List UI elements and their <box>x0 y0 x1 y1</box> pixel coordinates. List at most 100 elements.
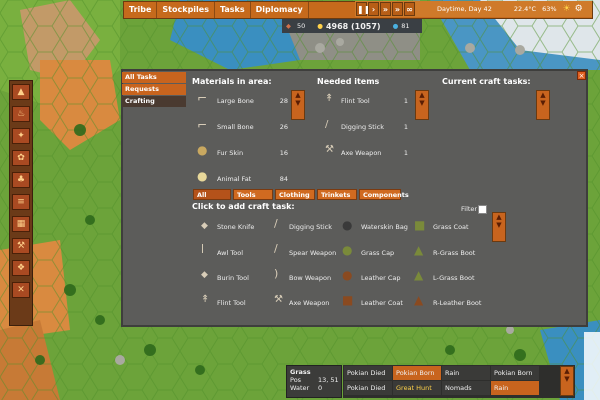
grass-coat-icon: ■ <box>414 218 426 232</box>
settings-icon[interactable]: ⚙ <box>575 4 583 14</box>
faster-icon[interactable]: » <box>392 2 403 16</box>
awl-tool-icon: ǀ <box>201 243 204 254</box>
digging-stick-icon: / <box>274 217 278 230</box>
fence-icon[interactable]: ▦ <box>12 216 30 232</box>
food-icon: ◆ <box>286 22 291 30</box>
digging-stick-icon: / <box>325 119 329 130</box>
add-tasks-scroll[interactable]: ▲ ▼ <box>492 212 506 242</box>
craft-option-l-grass-boot[interactable]: L-Grass Boot <box>433 274 475 282</box>
tile-info-panel: Grass Pos 13, 51 Water 0 <box>286 365 342 398</box>
grass-boot-icon: ▲ <box>414 268 424 282</box>
category-all-tasks[interactable]: All Tasks <box>122 72 186 83</box>
event-entry[interactable]: Pokian Died <box>344 366 392 380</box>
event-entry[interactable]: Great Hunt <box>393 381 441 395</box>
tab-clothing[interactable]: Clothing <box>275 189 315 200</box>
add-tasks-title: Click to add craft task: <box>192 202 295 211</box>
footprint-icon[interactable]: ❖ <box>12 260 30 276</box>
pos-value: 13, 51 <box>318 376 339 384</box>
tasks-button[interactable]: Tasks <box>215 2 251 18</box>
wealth-value: 4968 (1057) <box>325 21 381 31</box>
fast-forward-icon[interactable]: ∞ <box>404 2 415 16</box>
leather-coat-icon: ■ <box>342 293 354 307</box>
fire-icon[interactable]: ♨ <box>12 106 30 122</box>
resource-bar: ◆ 50 ● 4968 (1057) ● 81 <box>282 19 422 33</box>
leather-cap-icon: ● <box>342 268 353 282</box>
craft-option-waterskin-bag[interactable]: Waterskin Bag <box>361 223 408 231</box>
needed-scroll[interactable]: ▲ ▼ <box>415 90 429 120</box>
cancel-icon[interactable]: ✕ <box>12 282 30 298</box>
tab-components[interactable]: Components <box>359 189 409 200</box>
category-requests[interactable]: Requests <box>122 84 186 95</box>
axe-weapon-icon: ⚒ <box>325 144 334 155</box>
filter-label: Filter <box>461 205 478 213</box>
craft-option-awl-tool[interactable]: Awl Tool <box>217 249 243 257</box>
left-toolbar: ▲ ♨ ✦ ✿ ♣ ≡ ▦ ⚒ ❖ ✕ <box>9 80 33 326</box>
flint-tool-icon: ↟ <box>325 93 334 104</box>
craft-option-digging-stick[interactable]: Digging Stick <box>289 223 332 231</box>
material-count: 26 <box>279 123 288 131</box>
event-entry[interactable]: Nomads <box>442 381 490 395</box>
craft-option-grass-cap[interactable]: Grass Cap <box>361 249 394 257</box>
craft-option-leather-coat[interactable]: Leather Coat <box>361 299 403 307</box>
water-icon: ● <box>392 22 399 30</box>
needed-count: 1 <box>403 97 408 105</box>
material-name: Fur Skin <box>217 149 244 157</box>
craft-option-stone-knife[interactable]: Stone Knife <box>217 223 254 231</box>
needed-count: 1 <box>403 149 408 157</box>
event-entry[interactable]: Pokian Born <box>491 366 539 380</box>
leather-boot-icon: ▲ <box>414 293 424 307</box>
current-title: Current craft tasks: <box>442 77 531 86</box>
grass-boot-icon: ▲ <box>414 243 424 257</box>
craft-option-spear-weapon[interactable]: Spear Weapon <box>289 249 336 257</box>
gather-icon[interactable]: ✿ <box>12 150 30 166</box>
craft-option-burin-tool[interactable]: Burin Tool <box>217 274 249 282</box>
event-entry[interactable]: Pokian Died <box>344 381 392 395</box>
filter-checkbox[interactable] <box>478 205 487 214</box>
water-value: 0 <box>318 384 323 392</box>
craft-option-grass-coat[interactable]: Grass Coat <box>433 223 469 231</box>
material-name: Animal Fat <box>217 175 252 183</box>
category-crafting[interactable]: Crafting <box>122 96 186 107</box>
tab-trinkets[interactable]: Trinkets <box>317 189 357 200</box>
date-label: Daytime, Day 42 <box>437 5 492 13</box>
pause-icon[interactable]: ❚❚ <box>356 2 370 16</box>
current-scroll[interactable]: ▲ ▼ <box>536 90 550 120</box>
grass-cap-icon: ● <box>342 243 353 257</box>
event-entry[interactable]: Rain <box>491 381 539 395</box>
tab-all[interactable]: All <box>193 189 231 200</box>
tool-icon[interactable]: ⚒ <box>12 238 30 254</box>
craft-option-bow-weapon[interactable]: Bow Weapon <box>289 274 331 282</box>
time-controls: ❚❚ › » » ∞ Daytime, Day 42 22.4°C 63% ☀ … <box>355 1 592 17</box>
needed-title: Needed items <box>317 77 380 86</box>
cave-icon[interactable]: ▲ <box>12 84 30 100</box>
material-name: Small Bone <box>217 123 254 131</box>
stockpiles-button[interactable]: Stockpiles <box>157 2 215 18</box>
event-entry[interactable]: Rain <box>442 366 490 380</box>
fast-icon[interactable]: » <box>380 2 391 16</box>
hunt-icon[interactable]: ✦ <box>12 128 30 144</box>
craft-option-flint-tool[interactable]: Flint Tool <box>217 299 246 307</box>
water-label: Water <box>290 384 310 392</box>
food-count: 50 <box>297 22 306 30</box>
tree-icon[interactable]: ♣ <box>12 172 30 188</box>
event-entry[interactable]: Pokian Born <box>393 366 441 380</box>
close-icon[interactable]: × <box>577 71 586 80</box>
diplomacy-button[interactable]: Diplomacy <box>251 2 309 18</box>
wood-icon[interactable]: ≡ <box>12 194 30 210</box>
craft-option-axe-weapon[interactable]: Axe Weapon <box>289 299 329 307</box>
play-icon[interactable]: › <box>368 2 379 16</box>
needed-count: 1 <box>403 123 408 131</box>
tab-tools[interactable]: Tools <box>233 189 273 200</box>
small-bone-icon: ⌐ <box>197 118 208 132</box>
craft-option-r-grass-boot[interactable]: R-Grass Boot <box>433 249 475 257</box>
tribe-button[interactable]: Tribe <box>124 2 158 18</box>
animal-fat-icon: ● <box>197 169 208 183</box>
craft-option-r-leather-boot[interactable]: R-Leather Boot <box>433 299 481 307</box>
materials-title: Materials in area: <box>192 77 272 86</box>
material-count: 28 <box>279 97 288 105</box>
materials-scroll[interactable]: ▲ ▼ <box>291 90 305 120</box>
craft-option-leather-cap[interactable]: Leather Cap <box>361 274 401 282</box>
fur-skin-icon: ● <box>197 143 208 157</box>
material-count: 16 <box>279 149 288 157</box>
event-log-scroll[interactable]: ▲ ▼ <box>560 366 574 396</box>
